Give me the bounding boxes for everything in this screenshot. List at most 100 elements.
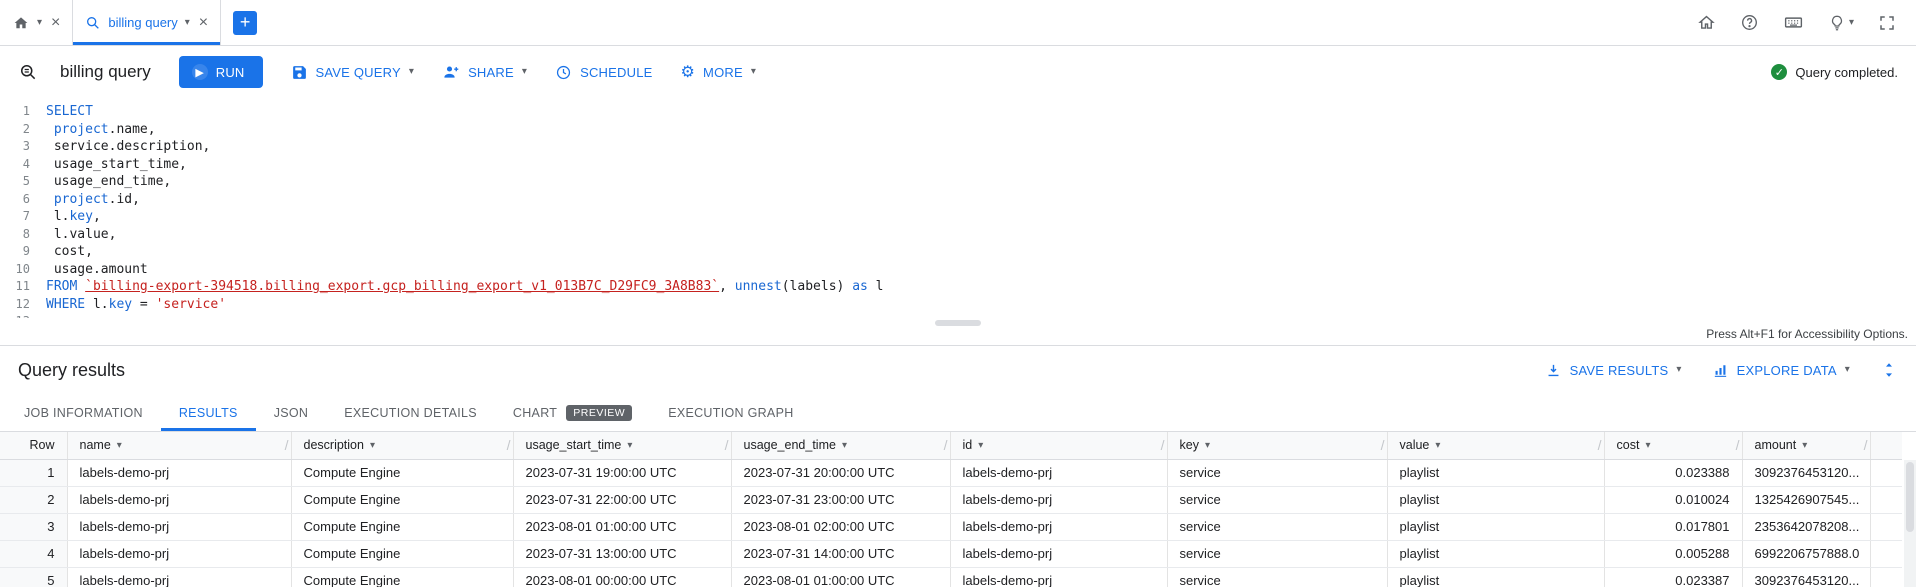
tab-home[interactable]: ▾ ×	[0, 0, 73, 45]
table-cell: 2023-07-31 23:00:00 UTC	[731, 486, 950, 513]
help-icon[interactable]	[1740, 13, 1759, 32]
save-results-button[interactable]: SAVE RESULTS ▾	[1545, 362, 1682, 379]
column-header-amount[interactable]: /amount▾	[1742, 432, 1870, 459]
column-resize-handle[interactable]: /	[1161, 437, 1165, 453]
chevron-down-icon: ▾	[751, 67, 756, 77]
vertical-scrollbar[interactable]	[1904, 460, 1916, 587]
results-tab-results[interactable]: RESULTS	[161, 394, 256, 431]
code-line[interactable]: 1SELECT	[0, 103, 1916, 121]
close-icon[interactable]: ×	[199, 15, 208, 31]
chevron-down-icon[interactable]: ▾	[185, 18, 190, 28]
home-icon[interactable]	[1697, 13, 1716, 32]
results-tab-execution-details[interactable]: EXECUTION DETAILS	[326, 394, 495, 431]
column-resize-handle[interactable]: /	[1598, 437, 1602, 453]
table-cell: labels-demo-prj	[67, 513, 291, 540]
results-tab-chart[interactable]: CHARTPREVIEW	[495, 394, 650, 431]
code-text: l.value,	[46, 226, 116, 244]
table-row[interactable]: 5labels-demo-prjCompute Engine2023-08-01…	[0, 567, 1902, 587]
column-header-usage_start_time[interactable]: /usage_start_time▾	[513, 432, 731, 459]
column-resize-handle[interactable]: /	[1736, 437, 1740, 453]
table-row[interactable]: 1labels-demo-prjCompute Engine2023-07-31…	[0, 459, 1902, 486]
table-cell: labels-demo-prj	[950, 513, 1167, 540]
code-line[interactable]: 2 project.name,	[0, 121, 1916, 139]
tab-label: EXECUTION DETAILS	[344, 406, 477, 420]
close-icon[interactable]: ×	[51, 15, 60, 31]
sort-menu-icon[interactable]: ▾	[1205, 440, 1210, 451]
line-number: 1	[0, 103, 46, 121]
run-button[interactable]: ▶ RUN	[179, 56, 263, 88]
results-tab-execution-graph[interactable]: EXECUTION GRAPH	[650, 394, 811, 431]
table-header-row: Row/name▾/description▾/usage_start_time▾…	[0, 432, 1902, 459]
table-row[interactable]: 4labels-demo-prjCompute Engine2023-07-31…	[0, 540, 1902, 567]
code-line[interactable]: 11FROM `billing-export-394518.billing_ex…	[0, 278, 1916, 296]
unfold-icon[interactable]	[1880, 361, 1898, 379]
sql-editor[interactable]: 1SELECT2 project.name,3 service.descript…	[0, 98, 1916, 318]
row-number-cell: 1	[0, 459, 67, 486]
column-resize-handle[interactable]: /	[507, 437, 511, 453]
results-tab-job-information[interactable]: JOB INFORMATION	[6, 394, 161, 431]
sort-menu-icon[interactable]: ▾	[370, 440, 375, 451]
code-line[interactable]: 6 project.id,	[0, 191, 1916, 209]
editor-tab-bar: ▾ × billing query ▾ × + ▾	[0, 0, 1916, 46]
more-button[interactable]: ⚙ MORE ▾	[681, 62, 757, 82]
results-tabs: JOB INFORMATIONRESULTSJSON EXECUTION DETA…	[0, 394, 1916, 432]
column-header-value[interactable]: /value▾	[1387, 432, 1604, 459]
add-tab-button[interactable]: +	[233, 11, 257, 35]
code-line[interactable]: 7 l.key,	[0, 208, 1916, 226]
explore-data-button[interactable]: EXPLORE DATA ▾	[1712, 362, 1850, 379]
code-line[interactable]: 12WHERE l.key = 'service'	[0, 296, 1916, 314]
row-number-cell: 5	[0, 567, 67, 587]
code-line[interactable]: 5 usage_end_time,	[0, 173, 1916, 191]
table-row[interactable]: 2labels-demo-prjCompute Engine2023-07-31…	[0, 486, 1902, 513]
sort-menu-icon[interactable]: ▾	[1435, 440, 1440, 451]
column-header-cost[interactable]: /cost▾	[1604, 432, 1742, 459]
table-cell: labels-demo-prj	[950, 540, 1167, 567]
column-header-key[interactable]: /key▾	[1167, 432, 1387, 459]
code-line[interactable]: 4 usage_start_time,	[0, 156, 1916, 174]
play-icon: ▶	[192, 64, 208, 80]
results-tab-json[interactable]: JSON	[256, 394, 327, 431]
column-label: id	[963, 438, 973, 452]
code-line[interactable]: 3 service.description,	[0, 138, 1916, 156]
column-header-id[interactable]: / id ▾	[950, 432, 1167, 459]
share-button[interactable]: SHARE ▾	[442, 63, 527, 81]
status-text: Query completed.	[1795, 65, 1898, 80]
table-cell: service	[1167, 540, 1387, 567]
table-cell: playlist	[1387, 540, 1604, 567]
code-line[interactable]: 8 l.value,	[0, 226, 1916, 244]
column-resize-handle[interactable]: /	[1381, 437, 1385, 453]
column-resize-handle[interactable]: /	[285, 437, 289, 453]
column-resize-handle[interactable]: /	[1864, 437, 1868, 453]
column-header-usage_end_time[interactable]: /usage_end_time▾	[731, 432, 950, 459]
table-cell: service	[1167, 486, 1387, 513]
save-query-button[interactable]: SAVE QUERY ▾	[291, 64, 415, 81]
code-text: project.name,	[46, 121, 156, 139]
tab-billing-query[interactable]: billing query ▾ ×	[73, 0, 221, 45]
code-line[interactable]: 10 usage.amount	[0, 261, 1916, 279]
column-resize-handle[interactable]: /	[725, 437, 729, 453]
resize-handle[interactable]	[935, 320, 981, 326]
results-table: Row/name▾/description▾/usage_start_time▾…	[0, 432, 1902, 587]
sort-menu-icon[interactable]: ▾	[117, 440, 122, 451]
column-resize-handle[interactable]: /	[944, 437, 948, 453]
schedule-button[interactable]: SCHEDULE	[555, 64, 652, 81]
code-line[interactable]: 13	[0, 313, 1916, 318]
column-header-description[interactable]: /description▾	[291, 432, 513, 459]
chevron-down-icon[interactable]: ▾	[37, 18, 42, 28]
keyboard-icon[interactable]	[1783, 12, 1804, 33]
sort-menu-icon[interactable]: ▾	[1802, 440, 1807, 451]
code-line[interactable]: 9 cost,	[0, 243, 1916, 261]
table-cell: labels-demo-prj	[67, 540, 291, 567]
sort-menu-icon[interactable]: ▾	[842, 440, 847, 451]
column-header-name[interactable]: /name▾	[67, 432, 291, 459]
fullscreen-icon[interactable]	[1878, 14, 1896, 32]
table-cell: 0.010024	[1604, 486, 1742, 513]
lightbulb-icon[interactable]: ▾	[1828, 14, 1854, 32]
table-row[interactable]: 3labels-demo-prjCompute Engine2023-08-01…	[0, 513, 1902, 540]
line-number: 9	[0, 243, 46, 261]
column-header-row: Row	[0, 432, 67, 459]
sort-menu-icon[interactable]: ▾	[978, 440, 983, 451]
filler-cell	[1870, 486, 1902, 513]
sort-menu-icon[interactable]: ▾	[627, 440, 632, 451]
sort-menu-icon[interactable]: ▾	[1645, 440, 1650, 451]
